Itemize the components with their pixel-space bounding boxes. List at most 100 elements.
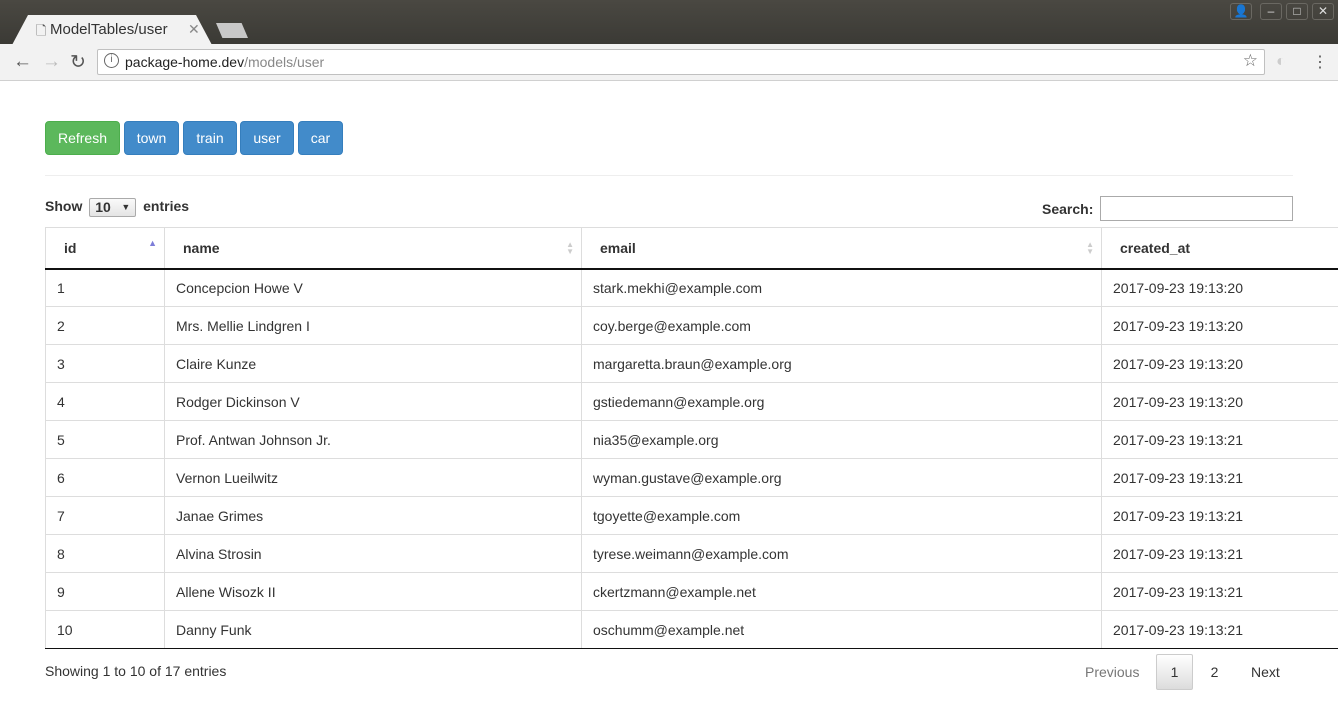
extension-icon[interactable]: ◐ [1276, 53, 1286, 71]
cell-email: nia35@example.org [581, 420, 1102, 459]
table-row[interactable]: 9 Allene Wisozk II ckertzmann@example.net 2… [45, 572, 1338, 611]
cell-id: 8 [45, 534, 165, 573]
cell-name: Vernon Lueilwitz [164, 458, 582, 497]
cell-email: ckertzmann@example.net [581, 572, 1102, 611]
table-row[interactable]: 8 Alvina Strosin tyrese.weimann@example.co… [45, 534, 1338, 573]
cell-email: gstiedemann@example.org [581, 382, 1102, 421]
entries-label: entries [143, 198, 190, 215]
cell-id: 6 [45, 458, 165, 497]
table-row[interactable]: 5 Prof. Antwan Johnson Jr. nia35@example.o… [45, 420, 1338, 459]
table-row[interactable]: 4 Rodger Dickinson Vgstiedemann@example.o… [45, 382, 1338, 421]
info-icon[interactable]: i [104, 53, 119, 68]
cell-name: Alvina Strosin [164, 534, 582, 573]
cell-email: wyman.gustave@example.org [581, 458, 1102, 497]
cell-created-at: 2017-09-23 19:13:21 [1101, 610, 1338, 649]
cell-email: tyrese.weimann@example.com [581, 534, 1102, 573]
cell-name: Claire Kunze [164, 344, 582, 383]
cell-id: 2 [45, 306, 165, 345]
cell-id: 5 [45, 420, 165, 459]
page-button-1[interactable]: 1 [1156, 654, 1193, 690]
page-content: Refresh town train user car Show 10 ▼ ent… [0, 82, 1338, 708]
page-button-2[interactable]: 2 [1197, 654, 1232, 690]
address-bar[interactable]: i package-home.dev/models/user ☆ [97, 49, 1265, 75]
search-label: Search: [1042, 201, 1094, 217]
cell-created-at: 2017-09-23 19:13:21 [1101, 496, 1338, 535]
cell-email: oschumm@example.net [581, 610, 1102, 649]
table-info: Showing 1 to 10 of 17 entries [45, 663, 227, 679]
cell-name: Allene Wisozk II [164, 572, 582, 611]
cell-email: tgoyette@example.com [581, 496, 1102, 535]
cell-created-at: 2017-09-23 19:13:20 [1101, 382, 1338, 421]
cell-name: Janae Grimes [164, 496, 582, 535]
table-row[interactable]: 10 Danny Funk oschumm@example.net 2017-09-2… [45, 610, 1338, 649]
table-row[interactable]: 7 Janae Grimes tgoyette@example.com 2017-09… [45, 496, 1338, 535]
reload-icon[interactable]: ↻ [70, 51, 86, 74]
column-header-email[interactable]: email ▲ ▼ [581, 227, 1102, 270]
cell-id: 9 [45, 572, 165, 611]
column-label: id [64, 239, 77, 256]
cell-name: Concepcion Howe V [164, 268, 582, 307]
cell-id: 4 [45, 382, 165, 421]
cell-email: coy.berge@example.com [581, 306, 1102, 345]
cell-created-at: 2017-09-23 19:13:20 [1101, 268, 1338, 307]
sort-both-icon: ▲ ▼ [1086, 240, 1094, 256]
tab-title[interactable]: ModelTables/user [50, 21, 168, 38]
close-tab-icon[interactable]: ✕ [188, 21, 200, 38]
column-label: name [183, 239, 220, 256]
show-label: Show [45, 198, 83, 215]
cell-name: Mrs. Mellie Lindgren I [164, 306, 582, 345]
cell-id: 10 [45, 610, 165, 649]
cell-id: 3 [45, 344, 165, 383]
window-titlebar: 🗋 ModelTables/user ✕ 👤 – □ ✕ [0, 0, 1338, 45]
table-row[interactable]: 2 Mrs. Mellie Lindgren Icoy.berge@example… [45, 306, 1338, 345]
entries-select-value: 10 [95, 199, 111, 215]
cell-id: 1 [45, 268, 165, 307]
forward-icon[interactable]: → [42, 51, 61, 73]
url-host: package-home.dev [125, 54, 245, 70]
cell-name: Danny Funk [164, 610, 582, 649]
new-tab-button[interactable] [216, 23, 248, 38]
entries-length-control: Show 10 ▼ entries [45, 198, 189, 217]
sort-both-icon: ▲ ▼ [566, 240, 574, 256]
cell-created-at: 2017-09-23 19:13:20 [1101, 344, 1338, 383]
sort-ascending-icon: ▲ [148, 238, 157, 248]
back-icon[interactable]: ← [13, 51, 32, 73]
cell-name: Prof. Antwan Johnson Jr. [164, 420, 582, 459]
cell-name: Rodger Dickinson V [164, 382, 582, 421]
model-button-train[interactable]: train [183, 121, 237, 155]
column-label: created_at [1120, 239, 1191, 256]
column-label: email [600, 239, 636, 256]
cell-id: 7 [45, 496, 165, 535]
page-icon: 🗋 [36, 23, 47, 38]
search-input[interactable] [1100, 196, 1293, 221]
cell-created-at: 2017-09-23 19:13:21 [1101, 534, 1338, 573]
column-header-name[interactable]: name ▲ ▼ [164, 227, 582, 270]
bookmark-star-icon[interactable]: ☆ [1243, 51, 1258, 71]
refresh-button[interactable]: Refresh [45, 121, 120, 155]
model-button-town[interactable]: town [124, 121, 179, 155]
cell-email: stark.mekhi@example.com [581, 268, 1102, 307]
dropdown-arrow-icon: ▼ [121, 202, 131, 212]
close-window-icon[interactable]: ✕ [1312, 3, 1334, 20]
column-header-id[interactable]: id ▲ [45, 227, 165, 270]
cell-email: margaretta.braun@example.org [581, 344, 1102, 383]
maximize-icon[interactable]: □ [1286, 3, 1308, 20]
column-header-created-at[interactable]: created_at [1101, 227, 1338, 270]
model-button-car[interactable]: car [298, 121, 343, 155]
table-row[interactable]: 3 Claire Kunze margaretta.braun@example.or… [45, 344, 1338, 383]
data-table: id ▲ name ▲ ▼ email ▲ ▼ created_at 1 Concepcio… [45, 227, 1338, 649]
table-header-row: id ▲ name ▲ ▼ email ▲ ▼ created_at [45, 227, 1338, 270]
cell-created-at: 2017-09-23 19:13:21 [1101, 572, 1338, 611]
model-button-user[interactable]: user [240, 121, 294, 155]
previous-page-button[interactable]: Previous [1072, 654, 1152, 690]
minimize-icon[interactable]: – [1260, 3, 1282, 20]
table-row[interactable]: 1 Concepcion Howe Vstark.mekhi@example.co… [45, 268, 1338, 307]
profile-icon[interactable]: 👤 [1230, 3, 1252, 20]
cell-created-at: 2017-09-23 19:13:20 [1101, 306, 1338, 345]
browser-toolbar: ← → ↻ i package-home.dev/models/user ☆ ◐… [0, 44, 1338, 81]
table-row[interactable]: 6 Vernon Lueilwitz wyman.gustave@example.o… [45, 458, 1338, 497]
cell-created-at: 2017-09-23 19:13:21 [1101, 458, 1338, 497]
menu-dots-icon[interactable]: ⋮ [1312, 52, 1328, 72]
entries-select[interactable]: 10 ▼ [89, 198, 137, 217]
next-page-button[interactable]: Next [1238, 654, 1293, 690]
